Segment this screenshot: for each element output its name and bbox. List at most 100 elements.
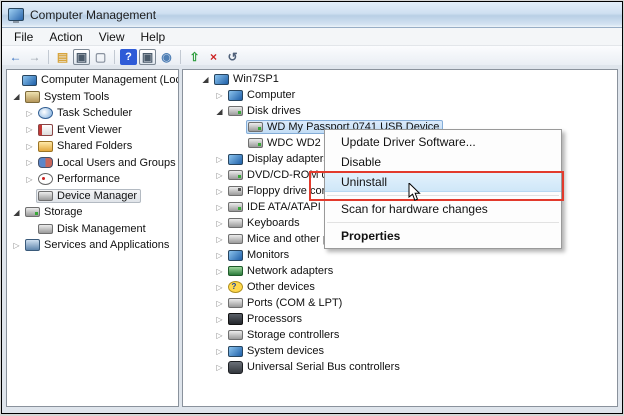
tree-item[interactable]: Local Users and Groups <box>36 156 178 170</box>
expand-arrow-icon[interactable]: ▷ <box>23 109 36 118</box>
eventvwr-icon <box>38 123 53 136</box>
computer-management-window: Computer Management File Action View Help ←… <box>1 1 623 414</box>
dvd-icon <box>228 170 243 180</box>
tree-item-label: Computer <box>247 89 296 101</box>
tree-item-label: Ports (COM & LPT) <box>247 297 343 309</box>
expand-arrow-icon[interactable]: ▷ <box>213 91 226 100</box>
context-menu-item-properties[interactable]: Properties <box>325 226 561 246</box>
menu-action[interactable]: Action <box>41 29 90 45</box>
tree-item[interactable]: System devices <box>226 344 328 358</box>
expand-arrow-icon[interactable]: ▷ <box>213 171 226 180</box>
update-driver-icon[interactable]: ⇧ <box>186 49 203 65</box>
tree-item[interactable]: WDC WD2 <box>246 136 325 150</box>
floppy-icon <box>228 186 243 196</box>
tree-item[interactable]: Task Scheduler <box>36 106 136 120</box>
computer-search-icon[interactable]: ◉ <box>158 49 175 65</box>
tree-row: Device Manager <box>7 188 178 205</box>
tree-item[interactable]: Keyboards <box>226 216 304 230</box>
tree-item[interactable]: Monitors <box>226 248 293 262</box>
expand-arrow-icon[interactable]: ▷ <box>213 267 226 276</box>
forward-icon[interactable]: → <box>26 49 43 65</box>
tree-item[interactable]: Shared Folders <box>36 139 136 153</box>
expand-arrow-icon[interactable]: ▷ <box>213 347 226 356</box>
expand-arrow-icon[interactable]: ▷ <box>10 241 23 250</box>
expand-arrow-icon[interactable]: ▷ <box>213 251 226 260</box>
toolbar-separator <box>114 49 115 64</box>
collapse-arrow-icon[interactable]: ◢ <box>199 75 212 84</box>
expand-arrow-icon[interactable]: ▷ <box>213 155 226 164</box>
tree-item[interactable]: System Tools <box>23 90 113 104</box>
tree-row: ▷ Other devices <box>183 279 617 295</box>
tree-item[interactable]: Universal Serial Bus controllers <box>226 360 404 375</box>
tree-item-label: WDC WD2 <box>267 137 321 149</box>
tree-item-label: System Tools <box>44 90 110 103</box>
tree-item[interactable]: Other devices <box>226 280 319 294</box>
title-bar[interactable]: Computer Management <box>2 2 622 28</box>
tree-item-label: Network adapters <box>247 265 334 277</box>
tree-item-label: Disk Management <box>57 222 146 235</box>
expand-arrow-icon[interactable]: ▷ <box>213 203 226 212</box>
expand-arrow-icon[interactable]: ▷ <box>23 175 36 184</box>
computer-icon <box>22 74 37 86</box>
back-icon[interactable]: ← <box>7 49 24 65</box>
console-tree-pane[interactable]: Computer Management (Local ◢ System Tools ▷… <box>6 69 179 407</box>
folder-icon[interactable]: ▤ <box>54 49 71 65</box>
tree-item-label: Display adapters <box>247 153 329 165</box>
expand-arrow-icon[interactable]: ▷ <box>213 315 226 324</box>
expand-arrow-icon[interactable]: ▷ <box>23 158 36 167</box>
expand-arrow-icon[interactable]: ▷ <box>213 235 226 244</box>
tree-row: ▷ Universal Serial Bus controllers <box>183 359 617 375</box>
tree-item[interactable]: Ports (COM & LPT) <box>226 296 346 310</box>
tree-item[interactable]: Services and Applications <box>23 238 173 252</box>
tree-item[interactable]: Device Manager <box>36 188 142 203</box>
context-menu-item-update-driver-software[interactable]: Update Driver Software... <box>325 132 561 152</box>
tree-row: ◢ Storage <box>7 204 178 221</box>
help-icon[interactable]: ? <box>120 48 137 65</box>
tree-item[interactable]: Storage controllers <box>226 328 343 342</box>
tree-item[interactable]: Computer <box>226 88 299 102</box>
expand-arrow-icon[interactable]: ▷ <box>23 125 36 134</box>
menu-help[interactable]: Help <box>133 29 174 45</box>
tree-item[interactable]: Win7SP1 <box>212 72 283 86</box>
expand-arrow-icon[interactable]: ▷ <box>23 142 36 151</box>
tree-item[interactable]: Processors <box>226 312 306 326</box>
scan-hardware-icon[interactable]: ↺ <box>224 49 241 65</box>
expand-arrow-icon[interactable]: ▷ <box>213 283 226 292</box>
tree-row: ◢ Disk drives <box>183 103 617 119</box>
console-tree-icon[interactable]: ▣ <box>73 48 90 65</box>
tree-item-label: Device Manager <box>57 189 138 202</box>
collapse-arrow-icon[interactable]: ◢ <box>10 208 23 217</box>
tree-item-label: Keyboards <box>247 217 300 229</box>
tree-row: ▷ Services and Applications <box>7 237 178 254</box>
tree-item[interactable]: Storage <box>23 205 87 219</box>
tree-item[interactable]: Computer Management (Local <box>20 73 178 87</box>
tree-item[interactable]: Display adapters <box>226 152 333 166</box>
services-icon <box>25 239 40 252</box>
tree-item[interactable]: Disk Management <box>36 222 150 236</box>
uninstall-icon[interactable]: × <box>205 49 222 65</box>
mouse-cursor-icon <box>408 181 421 207</box>
context-menu-item-disable[interactable]: Disable <box>325 152 561 172</box>
tree-item[interactable]: Performance <box>36 172 124 186</box>
expand-arrow-icon[interactable]: ▷ <box>213 299 226 308</box>
window-icon[interactable]: ▢ <box>92 49 109 65</box>
collapse-arrow-icon[interactable]: ◢ <box>10 92 23 101</box>
action-pane-icon[interactable]: ▣ <box>139 48 156 65</box>
context-menu-item-scan-for-hardware-changes[interactable]: Scan for hardware changes <box>325 199 561 219</box>
tree-item-label: System devices <box>247 345 325 357</box>
keyboard-icon <box>228 218 243 228</box>
expand-arrow-icon[interactable]: ▷ <box>213 219 226 228</box>
tree-item[interactable]: Network adapters <box>226 264 337 278</box>
expand-arrow-icon[interactable]: ▷ <box>213 331 226 340</box>
devmgr-icon <box>38 190 53 201</box>
tree-row: ▷ Task Scheduler <box>7 105 178 122</box>
tree-item[interactable]: Event Viewer <box>36 123 126 137</box>
collapse-arrow-icon[interactable]: ◢ <box>213 107 226 116</box>
expand-arrow-icon[interactable]: ▷ <box>213 363 226 372</box>
tree-item[interactable]: Disk drives <box>226 104 305 118</box>
menu-file[interactable]: File <box>6 29 41 45</box>
menu-view[interactable]: View <box>91 29 133 45</box>
clock-icon <box>38 107 53 120</box>
sharedfolders-icon <box>38 140 53 152</box>
expand-arrow-icon[interactable]: ▷ <box>213 187 226 196</box>
